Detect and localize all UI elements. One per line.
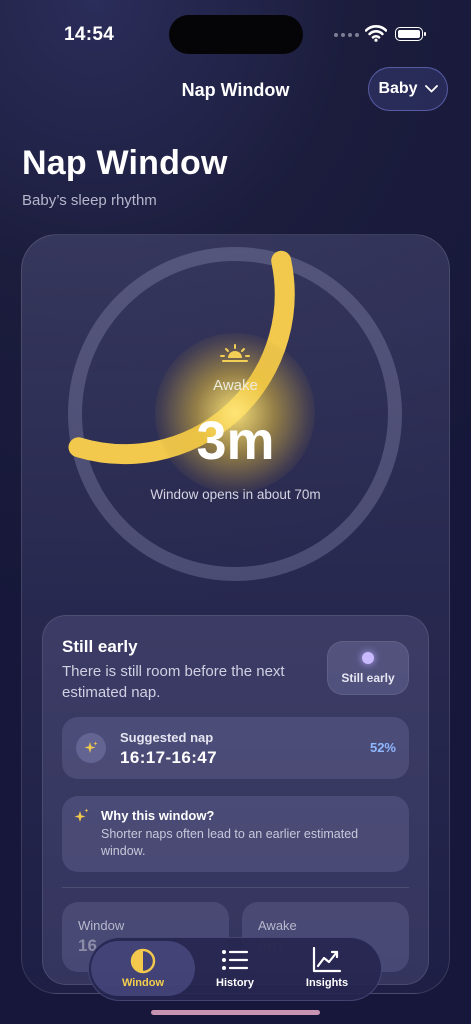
status-time: 14:54 (64, 24, 115, 45)
status-title: Still early (62, 637, 138, 656)
status-pill-label: Still early (341, 671, 395, 685)
suggested-nap-time: 16:17-16:47 (120, 748, 218, 767)
timer-state-label: Awake (213, 377, 258, 394)
suggestion-confidence: 52% (369, 740, 396, 755)
status-dot-icon (362, 652, 374, 664)
cellular-signal-icon (334, 33, 359, 37)
dynamic-island (169, 15, 303, 54)
suggested-nap-label: Suggested nap (120, 730, 214, 745)
tab-insights[interactable]: Insights (275, 977, 379, 989)
baby-selector-button[interactable]: Baby (368, 67, 448, 111)
stat-window-label: Window (78, 918, 125, 933)
sunrise-icon (220, 344, 250, 362)
why-title: Why this window? (101, 808, 215, 823)
battery-icon (395, 27, 426, 41)
sparkle-icon (74, 808, 89, 822)
status-description: There is still room before the next esti… (62, 663, 285, 701)
divider (62, 887, 409, 888)
tab-window-label[interactable]: Window (91, 977, 195, 989)
wifi-icon (365, 25, 387, 42)
elapsed-time: 3m (196, 411, 275, 471)
list-icon[interactable] (221, 948, 249, 972)
stat-awake-label: Awake (258, 918, 297, 933)
page-subtitle: Baby’s sleep rhythm (22, 192, 157, 209)
baby-selector-label: Baby (378, 80, 418, 97)
page-title: Nap Window (22, 144, 228, 182)
chart-icon[interactable] (312, 947, 342, 973)
sparkle-icon (76, 733, 106, 763)
why-description: Shorter naps often lead to an earlier es… (101, 827, 359, 858)
half-circle-icon (130, 948, 156, 974)
tab-history[interactable]: History (183, 977, 287, 989)
chevron-down-icon (424, 85, 438, 93)
window-caption: Window opens in about 70m (150, 487, 321, 502)
home-indicator (151, 1010, 320, 1015)
status-pill (327, 641, 409, 695)
